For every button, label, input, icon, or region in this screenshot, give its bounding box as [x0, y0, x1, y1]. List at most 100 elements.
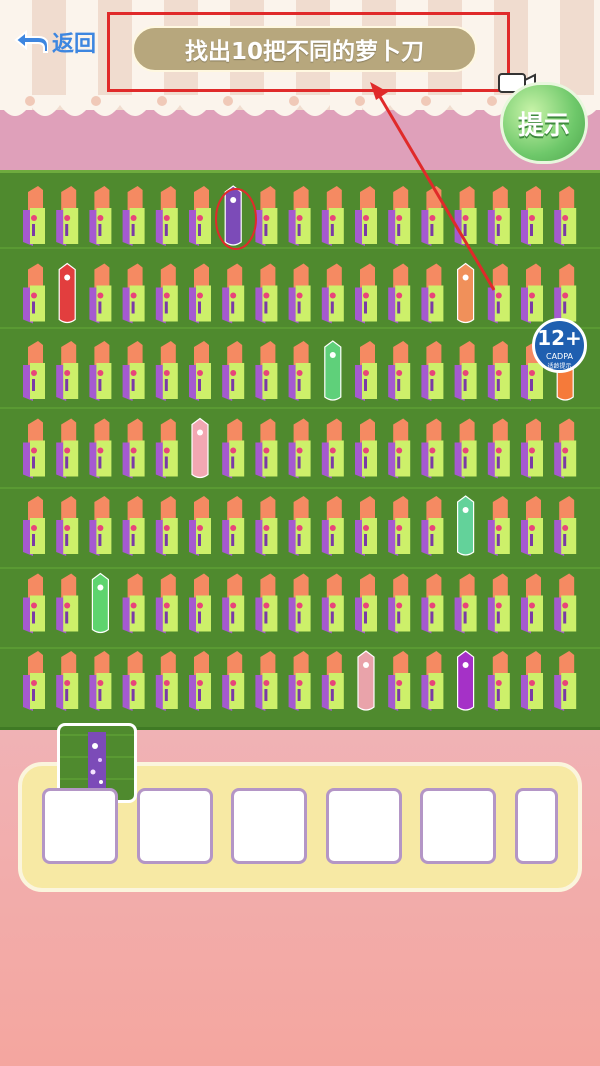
carrot-knife[interactable]	[255, 573, 278, 634]
carrot-knife[interactable]	[222, 496, 245, 556]
carrot-knife[interactable]	[122, 573, 145, 634]
carrot-knife[interactable]	[421, 651, 444, 711]
carrot-knife[interactable]	[421, 263, 444, 324]
carrot-knife[interactable]	[122, 418, 145, 479]
carrot-knife[interactable]	[288, 573, 311, 634]
odd-knife-karambit[interactable]	[457, 650, 475, 711]
carrot-knife[interactable]	[122, 496, 145, 556]
carrot-knife[interactable]	[155, 418, 178, 479]
carrot-knife[interactable]	[355, 573, 377, 634]
carrot-knife[interactable]	[554, 573, 577, 634]
knife-grid[interactable]	[0, 0, 600, 1066]
carrot-knife[interactable]	[355, 186, 377, 246]
carrot-knife[interactable]	[288, 263, 311, 324]
carrot-knife[interactable]	[454, 341, 477, 401]
carrot-knife[interactable]	[288, 341, 311, 401]
carrot-knife[interactable]	[521, 263, 543, 324]
carrot-knife[interactable]	[454, 418, 477, 479]
carrot-knife[interactable]	[288, 186, 311, 246]
carrot-knife[interactable]	[421, 341, 444, 401]
carrot-knife[interactable]	[222, 418, 245, 479]
carrot-knife[interactable]	[454, 186, 477, 246]
odd-knife-green-yellow[interactable]	[91, 572, 109, 634]
carrot-knife[interactable]	[521, 418, 543, 479]
odd-knife-green-blue[interactable]	[457, 495, 475, 556]
carrot-knife[interactable]	[56, 496, 79, 556]
carrot-knife[interactable]	[189, 263, 211, 324]
carrot-knife[interactable]	[255, 496, 278, 556]
odd-knife-red-blue[interactable]	[58, 262, 76, 324]
carrot-knife[interactable]	[321, 651, 344, 711]
tray-slot[interactable]	[231, 788, 307, 864]
carrot-knife[interactable]	[122, 651, 145, 711]
carrot-knife[interactable]	[487, 341, 510, 401]
carrot-knife[interactable]	[23, 341, 45, 401]
tray-slot[interactable]	[420, 788, 496, 864]
carrot-knife[interactable]	[89, 418, 112, 479]
carrot-knife[interactable]	[122, 341, 145, 401]
carrot-knife[interactable]	[388, 341, 411, 401]
carrot-knife[interactable]	[56, 418, 79, 479]
odd-knife-pink-stone[interactable]	[357, 650, 375, 711]
carrot-knife[interactable]	[56, 186, 79, 246]
carrot-knife[interactable]	[89, 186, 112, 246]
carrot-knife[interactable]	[554, 496, 577, 556]
carrot-knife[interactable]	[23, 263, 45, 324]
carrot-knife[interactable]	[388, 573, 411, 634]
carrot-knife[interactable]	[255, 418, 278, 479]
carrot-knife[interactable]	[288, 651, 311, 711]
carrot-knife[interactable]	[222, 651, 245, 711]
odd-knife-small-red[interactable]	[457, 262, 475, 324]
carrot-knife[interactable]	[288, 496, 311, 556]
carrot-knife[interactable]	[388, 496, 411, 556]
carrot-knife[interactable]	[189, 496, 211, 556]
carrot-knife[interactable]	[155, 573, 178, 634]
carrot-knife[interactable]	[454, 573, 477, 634]
carrot-knife[interactable]	[421, 496, 444, 556]
carrot-knife[interactable]	[23, 418, 45, 479]
carrot-knife[interactable]	[56, 341, 79, 401]
carrot-knife[interactable]	[521, 496, 543, 556]
odd-knife-green-floral[interactable]	[324, 340, 342, 401]
carrot-knife[interactable]	[155, 496, 178, 556]
odd-knife-galaxy-purple[interactable]	[224, 185, 242, 246]
carrot-knife[interactable]	[421, 418, 444, 479]
carrot-knife[interactable]	[388, 418, 411, 479]
carrot-knife[interactable]	[155, 651, 178, 711]
carrot-knife[interactable]	[89, 263, 112, 324]
carrot-knife[interactable]	[355, 341, 377, 401]
carrot-knife[interactable]	[487, 651, 510, 711]
carrot-knife[interactable]	[321, 263, 344, 324]
carrot-knife[interactable]	[554, 418, 577, 479]
carrot-knife[interactable]	[521, 651, 543, 711]
carrot-knife[interactable]	[487, 418, 510, 479]
carrot-knife[interactable]	[23, 496, 45, 556]
carrot-knife[interactable]	[122, 186, 145, 246]
carrot-knife[interactable]	[222, 263, 245, 324]
carrot-knife[interactable]	[189, 651, 211, 711]
carrot-knife[interactable]	[487, 496, 510, 556]
carrot-knife[interactable]	[255, 186, 278, 246]
carrot-knife[interactable]	[487, 186, 510, 246]
carrot-knife[interactable]	[355, 496, 377, 556]
carrot-knife[interactable]	[122, 263, 145, 324]
carrot-knife[interactable]	[222, 341, 245, 401]
carrot-knife[interactable]	[56, 651, 79, 711]
carrot-knife[interactable]	[89, 651, 112, 711]
tray-slot[interactable]	[42, 788, 118, 864]
carrot-knife[interactable]	[255, 651, 278, 711]
carrot-knife[interactable]	[321, 186, 344, 246]
carrot-knife[interactable]	[155, 186, 178, 246]
carrot-knife[interactable]	[388, 651, 411, 711]
carrot-knife[interactable]	[89, 496, 112, 556]
carrot-knife[interactable]	[155, 341, 178, 401]
carrot-knife[interactable]	[487, 573, 510, 634]
carrot-knife[interactable]	[189, 341, 211, 401]
carrot-knife[interactable]	[89, 341, 112, 401]
tray-slot[interactable]	[136, 788, 213, 864]
carrot-knife[interactable]	[56, 573, 79, 634]
carrot-knife[interactable]	[189, 186, 211, 246]
carrot-knife[interactable]	[321, 496, 344, 556]
carrot-knife[interactable]	[388, 263, 411, 324]
carrot-knife[interactable]	[255, 263, 278, 324]
